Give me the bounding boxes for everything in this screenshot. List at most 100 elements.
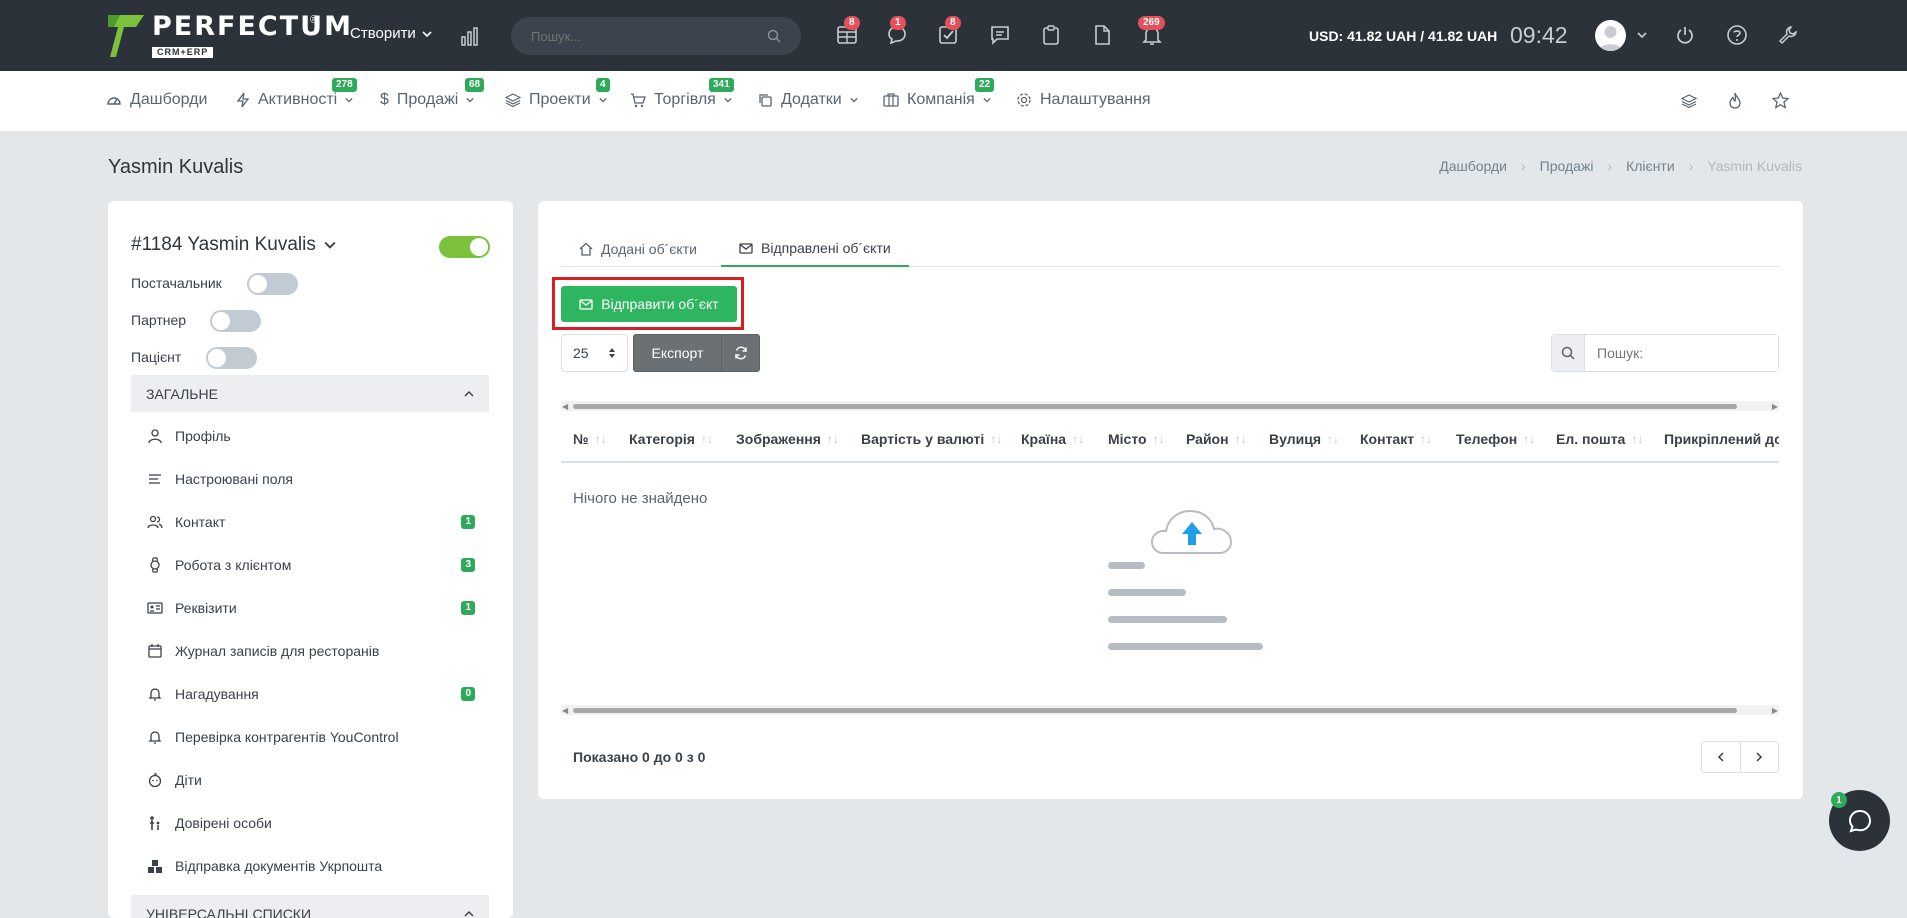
bell-notifications[interactable]: 269 [1138,16,1167,50]
currency-rate: USD: 41.82 UAH / 41.82 UAH [1309,28,1498,44]
help-button[interactable] [1726,24,1752,50]
boxes-icon [148,860,162,873]
prev-page-button[interactable] [1702,742,1741,772]
sidebar-item-custom-fields[interactable]: Настроювані поля [147,471,475,487]
sidebar-item-contact[interactable]: Контакт 1 [147,514,475,530]
column-header-phone[interactable]: Телефон ↑↓ [1456,431,1535,447]
client-active-toggle[interactable] [439,236,490,258]
column-header-number[interactable]: № ↑↓ [573,431,607,447]
menu-item-settings[interactable]: Налаштування [1016,91,1151,109]
column-header-street[interactable]: Вулиця ↑↓ [1269,431,1339,447]
flame-icon[interactable] [1727,92,1743,109]
tabs: Додані об´єкти Відправлені об´єкти [561,230,1779,267]
table-search-input[interactable] [1585,335,1778,371]
partner-toggle[interactable] [210,310,261,332]
scroll-thumb[interactable] [573,708,1737,713]
logout-button[interactable] [1674,24,1700,50]
breadcrumb-dashboards[interactable]: Дашборди [1439,158,1507,174]
breadcrumb-sales[interactable]: Продажі [1540,158,1594,174]
column-header-email[interactable]: Ел. пошта ↑↓ [1556,431,1643,447]
menu-label: Дашборди [130,91,208,108]
sidebar-item-profile[interactable]: Профіль [147,428,475,444]
tab-sent-objects[interactable]: Відправлені об´єкти [721,230,909,267]
column-label: Країна [1021,431,1067,447]
empty-cloud-upload-icon [1108,509,1263,650]
scroll-left-icon[interactable]: ◀ [562,706,568,715]
avatar[interactable] [1595,20,1626,51]
section-general[interactable]: ЗАГАЛЬНЕ [131,375,489,412]
table-info: Показано 0 до 0 з 0 [573,749,706,765]
column-header-image[interactable]: Зображення ↑↓ [736,431,839,447]
sidebar-item-youcontrol[interactable]: Перевірка контрагентів YouControl [147,729,475,745]
column-header-district[interactable]: Район ↑↓ [1186,431,1247,447]
menu-item-activities[interactable]: Активності 278 [236,78,357,109]
clipboard-button[interactable] [1040,24,1066,50]
page-size-select[interactable]: 25 [561,334,628,372]
supplier-toggle[interactable] [247,273,298,295]
chat-notifications[interactable]: 1 [886,16,912,50]
tasks-notifications[interactable]: 8 [937,16,963,50]
column-header-contact[interactable]: Контакт ↑↓ [1360,431,1432,447]
document-button[interactable] [1091,24,1117,50]
horizontal-scrollbar-bottom[interactable]: ◀ ▶ [561,705,1779,715]
star-icon[interactable] [1772,92,1789,109]
column-header-attached-to[interactable]: Прикріплений до [1664,431,1779,447]
column-label: Телефон [1456,431,1518,447]
chevron-down-icon [422,30,432,37]
sidebar-item-restaurant-log[interactable]: Журнал записів для ресторанів [147,643,475,659]
menu-item-trade[interactable]: Торгівля 341 [630,78,734,109]
global-search-input[interactable] [531,28,767,44]
scroll-thumb[interactable] [573,404,1737,409]
sort-asc-icon: ↑↓ [594,432,607,446]
sidebar-item-ukrposhta[interactable]: Відправка документів Укрпошта [147,858,475,874]
sidebar-item-label: Контакт [175,514,226,530]
column-header-city[interactable]: Місто ↑↓ [1108,431,1165,447]
sidebar-item-label: Перевірка контрагентів YouControl [175,729,399,745]
column-label: Категорія [629,431,695,447]
menu-item-sales[interactable]: $ Продажі 68 [380,78,485,109]
bell-icon [148,688,162,701]
sidebar-item-client-work[interactable]: Робота з клієнтом 3 [147,557,475,573]
menu-item-addons[interactable]: Додатки [757,91,858,109]
chevron-down-icon[interactable] [1637,30,1647,40]
sidebar-item-requisites[interactable]: Реквізити 1 [147,600,475,616]
next-page-button[interactable] [1741,742,1779,772]
column-header-cost[interactable]: Вартість у валюті ↑↓ [861,431,1002,447]
sidebar-item-trusted-persons[interactable]: Довірені особи [147,815,475,831]
create-dropdown[interactable]: Створити [350,25,432,42]
scroll-left-icon[interactable]: ◀ [562,402,568,411]
horizontal-scrollbar-top[interactable]: ◀ ▶ [561,401,1779,411]
sidebar-item-children[interactable]: Діти [147,772,475,788]
sidebar-item-label: Діти [175,772,202,788]
menu-item-company[interactable]: Компанія 22 [883,78,995,109]
refresh-button[interactable] [722,335,759,371]
sort-icon: ↑↓ [700,432,713,446]
column-header-country[interactable]: Країна ↑↓ [1021,431,1084,447]
layers-icon[interactable] [1681,93,1697,109]
dashboard-icon [107,97,121,105]
chevron-down-icon [598,97,607,103]
section-universal-lists[interactable]: УНІВЕРСАЛЬНІ СПИСКИ [131,895,489,918]
table-notifications[interactable]: 8 [836,16,862,50]
global-search[interactable] [511,17,801,55]
scroll-right-icon[interactable]: ▶ [1772,706,1778,715]
tab-added-objects[interactable]: Додані об´єкти [561,230,715,267]
patient-toggle[interactable] [206,347,257,369]
menu-item-dashboards[interactable]: Дашборди [106,91,207,109]
tasks-badge: 8 [945,16,961,30]
menu-item-projects[interactable]: Проекти 4 [505,78,610,109]
logo-registered-mark: ® [310,14,319,26]
settings-tools-button[interactable] [1777,24,1803,50]
sidebar-item-reminders[interactable]: Нагадування 0 [147,686,475,702]
messages-button[interactable] [989,24,1015,50]
column-header-category[interactable]: Категорія ↑↓ [629,431,713,447]
export-button[interactable]: Експорт [634,335,722,371]
menu-badge: 278 [332,78,357,92]
tab-label: Відправлені об´єкти [761,239,891,256]
client-name-dropdown[interactable]: #1184 Yasmin Kuvalis [131,234,336,256]
users-icon [147,515,163,529]
bar-chart-icon[interactable] [460,26,480,46]
scroll-right-icon[interactable]: ▶ [1772,402,1778,411]
send-object-button[interactable]: Відправити об´єкт [561,286,737,322]
breadcrumb-clients[interactable]: Клієнти [1626,158,1675,174]
